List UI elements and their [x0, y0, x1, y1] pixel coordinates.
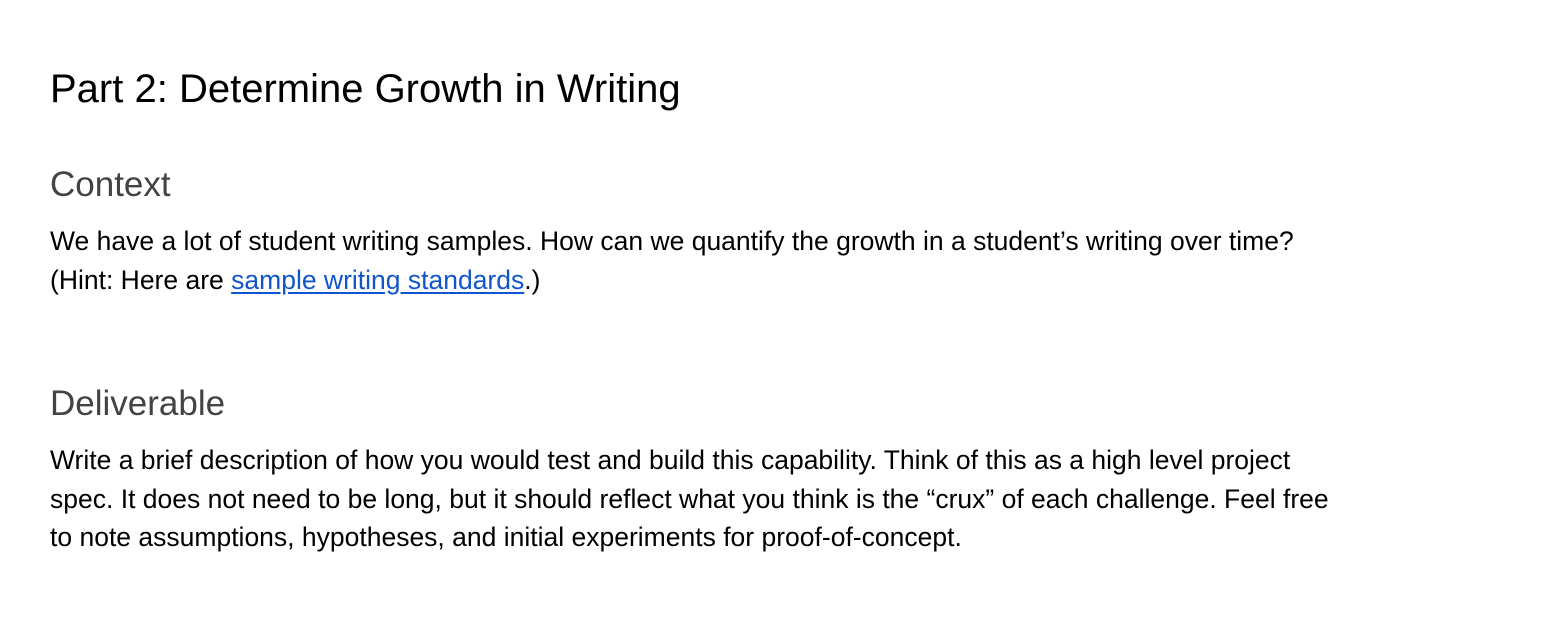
document-page: Part 2: Determine Growth in Writing Cont… [0, 0, 1556, 630]
hint-suffix: .) [524, 264, 541, 295]
deliverable-paragraph: Write a brief description of how you wou… [50, 441, 1490, 557]
deliverable-line-3: to note assumptions, hypotheses, and ini… [50, 522, 962, 552]
sample-writing-standards-link[interactable]: sample writing standards [231, 265, 524, 295]
deliverable-line-2: spec. It does not need to be long, but i… [50, 483, 1329, 514]
deliverable-line-1: Write a brief description of how you wou… [50, 445, 1291, 475]
context-line-2: (Hint: Here are sample writing standards… [50, 261, 1490, 300]
deliverable-heading: Deliverable [50, 384, 226, 423]
context-paragraph: We have a lot of student writing samples… [50, 222, 1490, 299]
context-line-1: We have a lot of student writing samples… [50, 226, 1294, 256]
hint-prefix: (Hint: Here are [50, 264, 232, 295]
context-heading: Context [50, 165, 171, 204]
page-title: Part 2: Determine Growth in Writing [50, 67, 681, 111]
